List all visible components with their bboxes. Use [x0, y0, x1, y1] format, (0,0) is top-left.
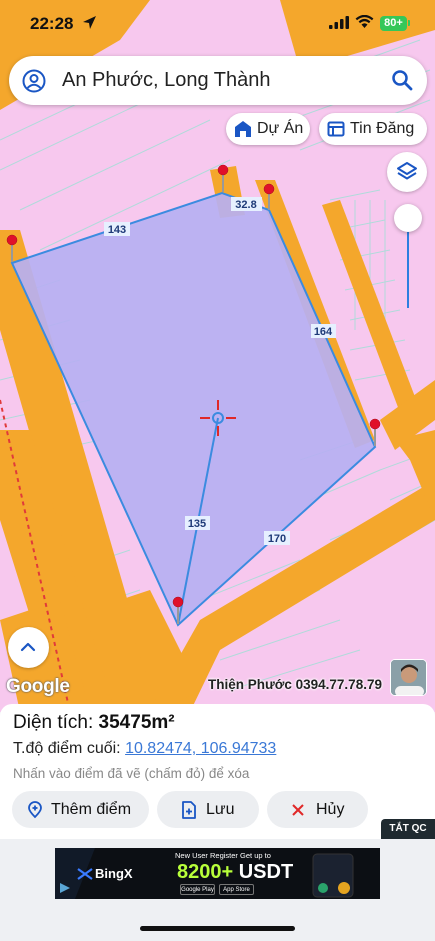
edge-label: 32.8 — [235, 199, 256, 211]
ad-headline: New User Register Get up to — [175, 851, 271, 860]
du-an-button[interactable]: Dự Án — [226, 113, 310, 145]
app-store-badge[interactable]: App Store — [219, 884, 254, 895]
account-icon[interactable] — [22, 69, 46, 93]
bingx-logo-icon — [77, 868, 93, 880]
add-point-label: Thêm điểm — [51, 801, 132, 818]
ad-offer: 8200+ USDT — [177, 861, 293, 884]
google-play-badge[interactable]: Google Play — [180, 884, 215, 895]
measure-panel: Diện tích: 35475m² T.độ điểm cuối: 10.82… — [0, 704, 435, 839]
edge-label: 170 — [268, 533, 286, 545]
coord-label: T.độ điểm cuối: — [13, 740, 121, 757]
ad-choices-icon[interactable] — [57, 880, 73, 896]
app-root: 143 32.8 164 170 135 Google Thiện Phước … — [0, 0, 435, 941]
home-indicator — [140, 926, 295, 931]
status-time: 22:28 — [30, 14, 74, 33]
map-view[interactable]: 143 32.8 164 170 135 Google Thiện Phước … — [0, 0, 435, 712]
vertex-pin[interactable] — [263, 183, 275, 195]
tin-dang-button[interactable]: Tin Đăng — [319, 113, 427, 145]
search-input[interactable]: An Phước, Long Thành — [62, 69, 271, 92]
signal-icon — [329, 16, 349, 29]
map-watermark: Thiện Phước 0394.77.78.79 — [208, 677, 382, 692]
cancel-button[interactable]: Hủy — [267, 791, 368, 828]
opacity-slider-handle[interactable] — [394, 204, 422, 232]
tin-dang-label: Tin Đăng — [350, 120, 415, 137]
location-arrow-icon — [83, 16, 96, 29]
vertex-pin[interactable] — [217, 164, 229, 176]
chevron-up-icon — [20, 642, 36, 652]
save-label: Lưu — [206, 801, 235, 818]
coord-row: T.độ điểm cuối: 10.82474, 106.94733 — [13, 740, 276, 758]
battery-icon: 80+ — [380, 16, 407, 31]
search-bar[interactable]: An Phước, Long Thành — [9, 56, 427, 105]
du-an-label: Dự Án — [257, 120, 304, 137]
ad-amount: 8200+ — [177, 861, 234, 883]
vertex-pin[interactable] — [369, 418, 381, 430]
coord-link[interactable]: 10.82474, 106.94733 — [125, 740, 276, 757]
edge-label: 164 — [314, 326, 333, 338]
expand-up-button[interactable] — [8, 627, 49, 668]
avatar[interactable] — [390, 659, 427, 696]
wifi-icon — [355, 15, 374, 28]
hint-text: Nhấn vào điểm đã vẽ (chấm đỏ) để xóa — [13, 766, 250, 781]
save-file-icon — [182, 801, 196, 819]
cancel-label: Hủy — [316, 801, 345, 818]
listing-icon — [327, 121, 345, 137]
layers-button[interactable] — [387, 152, 427, 192]
building-icon — [235, 121, 251, 137]
vertex-pin[interactable] — [6, 234, 18, 246]
edge-label: 135 — [188, 518, 206, 530]
add-point-button[interactable]: Thêm điểm — [12, 791, 149, 828]
search-icon[interactable] — [391, 69, 413, 91]
save-button[interactable]: Lưu — [157, 791, 259, 828]
layers-icon — [397, 162, 417, 180]
close-ad-button[interactable]: TẮT QC — [381, 819, 435, 839]
area-row: Diện tích: 35475m² — [13, 712, 175, 734]
vertex-pin[interactable] — [172, 596, 184, 608]
ad-banner[interactable]: BingX New User Register Get up to 8200+ … — [55, 848, 380, 899]
edge-label: 143 — [108, 224, 126, 236]
battery-tip — [408, 20, 410, 26]
google-logo: Google — [6, 676, 70, 697]
ad-currency: USDT — [238, 861, 294, 883]
map-canvas[interactable]: 143 32.8 164 170 135 — [0, 0, 435, 712]
add-location-icon — [28, 801, 42, 819]
ad-brand: BingX — [95, 866, 133, 881]
status-bar: 22:28 80+ — [0, 0, 435, 48]
area-value: 35475m² — [98, 712, 175, 733]
close-icon — [292, 804, 304, 816]
opacity-slider-track[interactable] — [407, 220, 409, 308]
area-label: Diện tích: — [13, 712, 94, 733]
